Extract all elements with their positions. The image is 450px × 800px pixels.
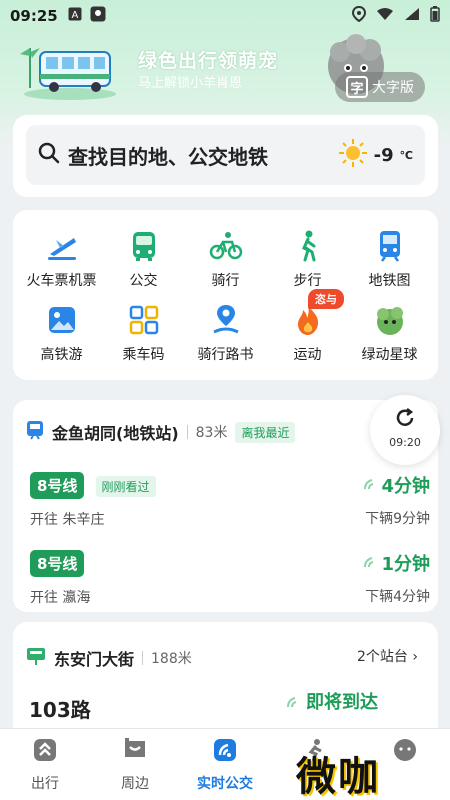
travel-icon — [34, 739, 56, 761]
map-pin-status-icon — [90, 6, 106, 26]
tab-label: 出行 — [31, 776, 59, 792]
temperature: -9 — [373, 144, 394, 166]
station-header[interactable]: 金鱼胡同(地铁站) 83米 离我最近 — [26, 420, 296, 444]
grid-label: 地铁图 — [368, 273, 411, 289]
train-plane-icon — [47, 238, 76, 260]
weather-widget[interactable]: -9 ℃ — [338, 138, 413, 173]
large-font-label: 大字版 — [372, 80, 414, 96]
line-row[interactable]: 8号线 开往 瀛海 1分钟 下辆4分钟 — [30, 550, 430, 607]
grid-label: 运动 — [293, 347, 322, 363]
stop-count-link[interactable]: 2个站台 › — [357, 646, 418, 666]
promo-title[interactable]: 绿色出行领萌宠 — [138, 46, 278, 73]
grid-item-subway[interactable]: 地铁图 — [347, 228, 432, 290]
eta-value: 1分钟 — [381, 554, 430, 575]
line-tag: 8号线 — [30, 472, 85, 499]
grid-item-ride-route[interactable]: 骑行路书 — [183, 302, 268, 364]
bus-station-header[interactable]: 东安门大街 188米 — [26, 646, 192, 670]
subway-icon — [379, 231, 400, 262]
route-number: 103路 — [29, 698, 91, 722]
eta: 4分钟 — [363, 472, 430, 498]
signal-icon — [404, 7, 420, 25]
tab-travel[interactable]: 出行 — [0, 737, 90, 793]
highspeed-tour-icon — [48, 307, 75, 333]
refresh-time: 09:20 — [389, 436, 421, 449]
bus-station-card[interactable]: 东安门大街 188米 2个站台 › 103路 即将到达 — [13, 622, 438, 732]
stop-count: 2个站台 — [357, 649, 408, 665]
grid-label: 乘车码 — [122, 347, 165, 363]
tab-label: 实时公交 — [197, 776, 253, 792]
qr-code-icon — [129, 305, 158, 335]
next-bus: 下辆4分钟 — [365, 589, 430, 605]
bus-illustration-icon — [20, 48, 116, 100]
search-placeholder: 查找目的地、公交地铁 — [68, 144, 268, 169]
wifi-icon — [376, 7, 394, 25]
nearby-icon — [125, 738, 145, 757]
large-font-mode-button[interactable]: 字 大字版 — [335, 72, 425, 102]
chevron-right-icon: › — [412, 649, 418, 665]
divider — [186, 425, 188, 439]
bus-stop-icon — [26, 647, 46, 669]
status-time: 09:25 — [10, 7, 58, 25]
refresh-icon — [370, 407, 440, 434]
bus-station-name: 东安门大街 — [54, 650, 135, 669]
arriving-text: 即将到达 — [306, 692, 378, 713]
grid-item-green-planet[interactable]: 绿动星球 — [347, 302, 432, 364]
realtime-bus-icon — [214, 739, 236, 761]
tab-nearby[interactable]: 周边 — [90, 737, 180, 793]
grid-label: 绿动星球 — [361, 347, 418, 363]
grid-label: 骑行路书 — [197, 347, 254, 363]
grid-item-bike[interactable]: 骑行 — [183, 228, 268, 290]
location-icon — [351, 5, 367, 26]
eta-value: 4分钟 — [381, 476, 430, 497]
walk-icon — [301, 230, 315, 262]
grid-item-walk[interactable]: 步行 — [265, 228, 350, 290]
refresh-button[interactable]: 09:20 — [370, 395, 440, 465]
station-name: 金鱼胡同(地铁站) — [52, 424, 179, 443]
grid-label: 步行 — [293, 273, 322, 289]
ride-route-icon — [212, 305, 239, 334]
line-tag: 8号线 — [30, 550, 85, 577]
realtime-signal-icon — [363, 478, 377, 493]
tab-realtime-bus[interactable]: 实时公交 — [180, 737, 270, 793]
hot-badge: 恣与 — [308, 289, 344, 309]
grid-item-highspeed-tour[interactable]: 高铁游 — [19, 302, 104, 364]
temperature-unit: ℃ — [399, 148, 413, 162]
status-bar: 09:25 A — [0, 0, 450, 32]
next-bus: 下辆9分钟 — [365, 511, 430, 527]
nearest-tag: 离我最近 — [235, 421, 296, 443]
search-input[interactable]: 查找目的地、公交地铁 -9 ℃ — [26, 125, 425, 185]
svg-text:A: A — [71, 10, 78, 21]
promo-subtitle[interactable]: 马上解锁小羊肖恩 — [138, 72, 242, 91]
line-row[interactable]: 8号线 刚刚看过 开往 朱辛庄 4分钟 下辆9分钟 — [30, 472, 430, 529]
grid-label: 高铁游 — [40, 347, 83, 363]
recently-viewed-tag: 刚刚看过 — [95, 476, 156, 497]
sun-icon — [338, 138, 368, 173]
battery-icon — [430, 6, 440, 26]
tab-label: 周边 — [121, 776, 149, 792]
divider — [142, 651, 144, 665]
font-size-icon: 字 — [346, 76, 368, 98]
grid-label: 公交 — [129, 273, 158, 289]
station-distance: 83米 — [195, 425, 228, 441]
keyboard-a-icon: A — [68, 7, 82, 25]
grid-label: 骑行 — [211, 273, 240, 289]
realtime-signal-icon — [363, 556, 377, 571]
search-card: 查找目的地、公交地铁 -9 ℃ — [13, 115, 438, 197]
grid-label: 火车票机票 — [26, 273, 97, 289]
grid-item-qr-code[interactable]: 乘车码 — [101, 302, 186, 364]
quick-access-grid: 火车票机票 公交 骑行 步行 地铁图 高铁游 乘车码 骑行路书 运动 绿动星球 — [13, 210, 438, 380]
grid-item-train-plane[interactable]: 火车票机票 — [19, 228, 104, 290]
arriving-status: 即将到达 — [286, 688, 378, 714]
bus-station-distance: 188米 — [151, 651, 192, 667]
eta: 1分钟 — [363, 550, 430, 576]
bike-icon — [209, 232, 242, 260]
green-planet-icon — [376, 307, 403, 335]
search-icon — [38, 142, 60, 168]
bus-icon — [132, 232, 155, 261]
grid-item-bus[interactable]: 公交 — [101, 228, 186, 290]
watermark-logo: 微咖 — [296, 754, 380, 800]
subway-station-icon — [26, 420, 44, 444]
grid-item-sport[interactable]: 运动 — [265, 302, 350, 364]
realtime-signal-icon — [286, 692, 306, 713]
